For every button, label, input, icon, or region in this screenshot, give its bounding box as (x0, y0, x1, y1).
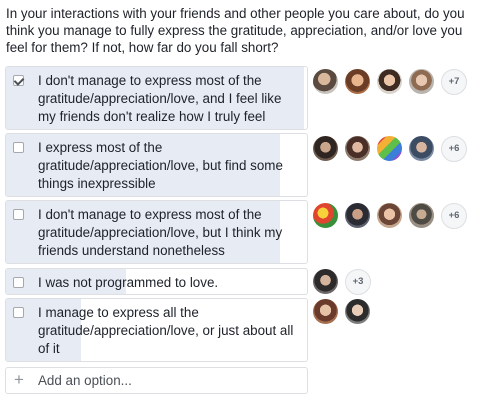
option-label: I express most of the gratitude/apprecia… (38, 140, 283, 191)
avatar[interactable] (408, 135, 435, 162)
plus-icon: + (14, 370, 24, 389)
poll-option-4[interactable]: I was not programmed to love. (5, 268, 308, 295)
avatar[interactable] (312, 68, 339, 95)
option-checkbox[interactable] (13, 142, 24, 153)
add-option-placeholder: Add an option... (38, 373, 132, 388)
avatar[interactable] (312, 135, 339, 162)
option-checkbox[interactable] (13, 277, 24, 288)
option-label: I don't manage to express most of the gr… (38, 207, 283, 258)
option-label: I was not programmed to love. (38, 275, 219, 290)
avatar[interactable] (376, 202, 403, 229)
avatar[interactable] (344, 202, 371, 229)
option-checkbox[interactable] (13, 75, 24, 86)
avatar[interactable] (376, 135, 403, 162)
avatar[interactable] (344, 298, 371, 325)
avatar[interactable] (344, 135, 371, 162)
more-voters-count[interactable]: +3 (345, 269, 371, 295)
more-voters-count[interactable]: +6 (441, 203, 467, 229)
poll-option-5[interactable]: I manage to express all the gratitude/ap… (5, 298, 308, 362)
poll-option-1[interactable]: I don't manage to express most of the gr… (5, 66, 308, 130)
option-label: I don't manage to express most of the gr… (38, 73, 282, 124)
avatar[interactable] (408, 202, 435, 229)
poll-option-3[interactable]: I don't manage to express most of the gr… (5, 200, 308, 264)
poll-page: In your interactions with your friends a… (0, 0, 477, 404)
more-voters-count[interactable]: +7 (441, 69, 467, 95)
avatar[interactable] (312, 268, 339, 295)
avatar[interactable] (312, 298, 339, 325)
avatar[interactable] (376, 68, 403, 95)
poll-option-2[interactable]: I express most of the gratitude/apprecia… (5, 133, 308, 197)
avatar[interactable] (408, 68, 435, 95)
option-label: I manage to express all the gratitude/ap… (38, 305, 294, 356)
poll-question: In your interactions with your friends a… (6, 6, 465, 55)
avatar[interactable] (344, 68, 371, 95)
option-checkbox[interactable] (13, 209, 24, 220)
more-voters-count[interactable]: +6 (441, 136, 467, 162)
option-checkbox[interactable] (13, 307, 24, 318)
avatar[interactable] (312, 202, 339, 229)
add-option-field[interactable]: + Add an option... (5, 367, 308, 394)
